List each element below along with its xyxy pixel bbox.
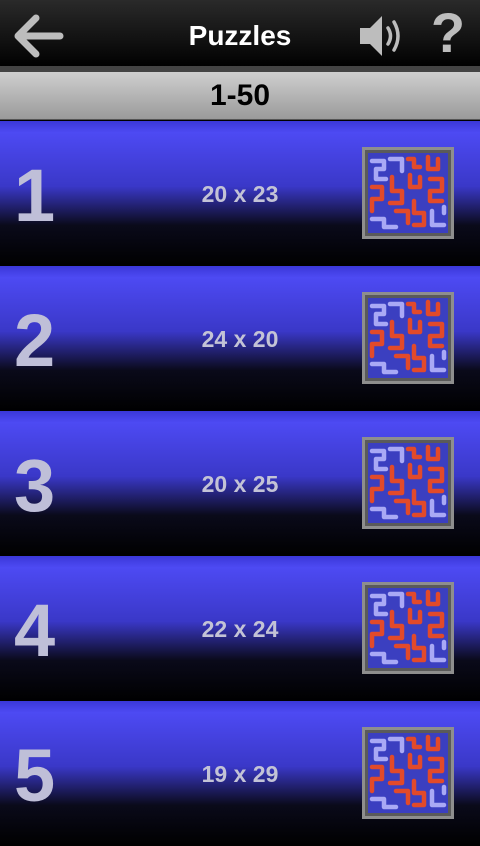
puzzle-thumbnail — [362, 147, 454, 239]
puzzle-number: 4 — [14, 589, 56, 672]
sound-toggle-button[interactable] — [354, 10, 406, 62]
speaker-icon — [360, 16, 400, 56]
pipe-puzzle-icon — [362, 292, 454, 384]
puzzle-size: 20 x 25 — [201, 471, 279, 497]
range-header: 1-50 — [0, 72, 480, 120]
puzzle-row[interactable]: 2 24 x 20 — [0, 266, 480, 411]
puzzle-thumbnail — [362, 292, 454, 384]
puzzle-thumbnail — [362, 727, 454, 819]
puzzle-row[interactable]: 3 20 x 25 — [0, 411, 480, 556]
back-button[interactable] — [8, 10, 66, 62]
puzzle-row[interactable]: 5 19 x 29 — [0, 701, 480, 846]
pipe-puzzle-icon — [362, 582, 454, 674]
pipe-puzzle-icon — [362, 437, 454, 529]
puzzle-row[interactable]: 1 20 x 23 — [0, 121, 480, 266]
puzzle-row[interactable]: 4 22 x 24 — [0, 556, 480, 701]
puzzle-number: 2 — [14, 299, 56, 382]
pipe-puzzle-icon — [362, 147, 454, 239]
puzzle-number: 3 — [14, 444, 56, 527]
puzzle-thumbnail — [362, 437, 454, 529]
puzzle-number: 1 — [14, 154, 56, 237]
pipe-puzzle-icon — [362, 727, 454, 819]
puzzle-size: 20 x 23 — [201, 181, 279, 207]
top-bar: ? — [0, 0, 480, 68]
puzzle-list: 1 20 x 23 2 24 x 20 3 20 x 25 4 22 x 24 … — [0, 121, 480, 846]
puzzle-thumbnail — [362, 582, 454, 674]
puzzle-size: 19 x 29 — [201, 761, 279, 787]
puzzle-number: 5 — [14, 734, 56, 817]
arrow-left-icon — [14, 14, 64, 58]
help-button[interactable]: ? — [418, 2, 478, 64]
puzzle-size: 24 x 20 — [201, 326, 279, 352]
puzzle-size: 22 x 24 — [201, 616, 279, 642]
